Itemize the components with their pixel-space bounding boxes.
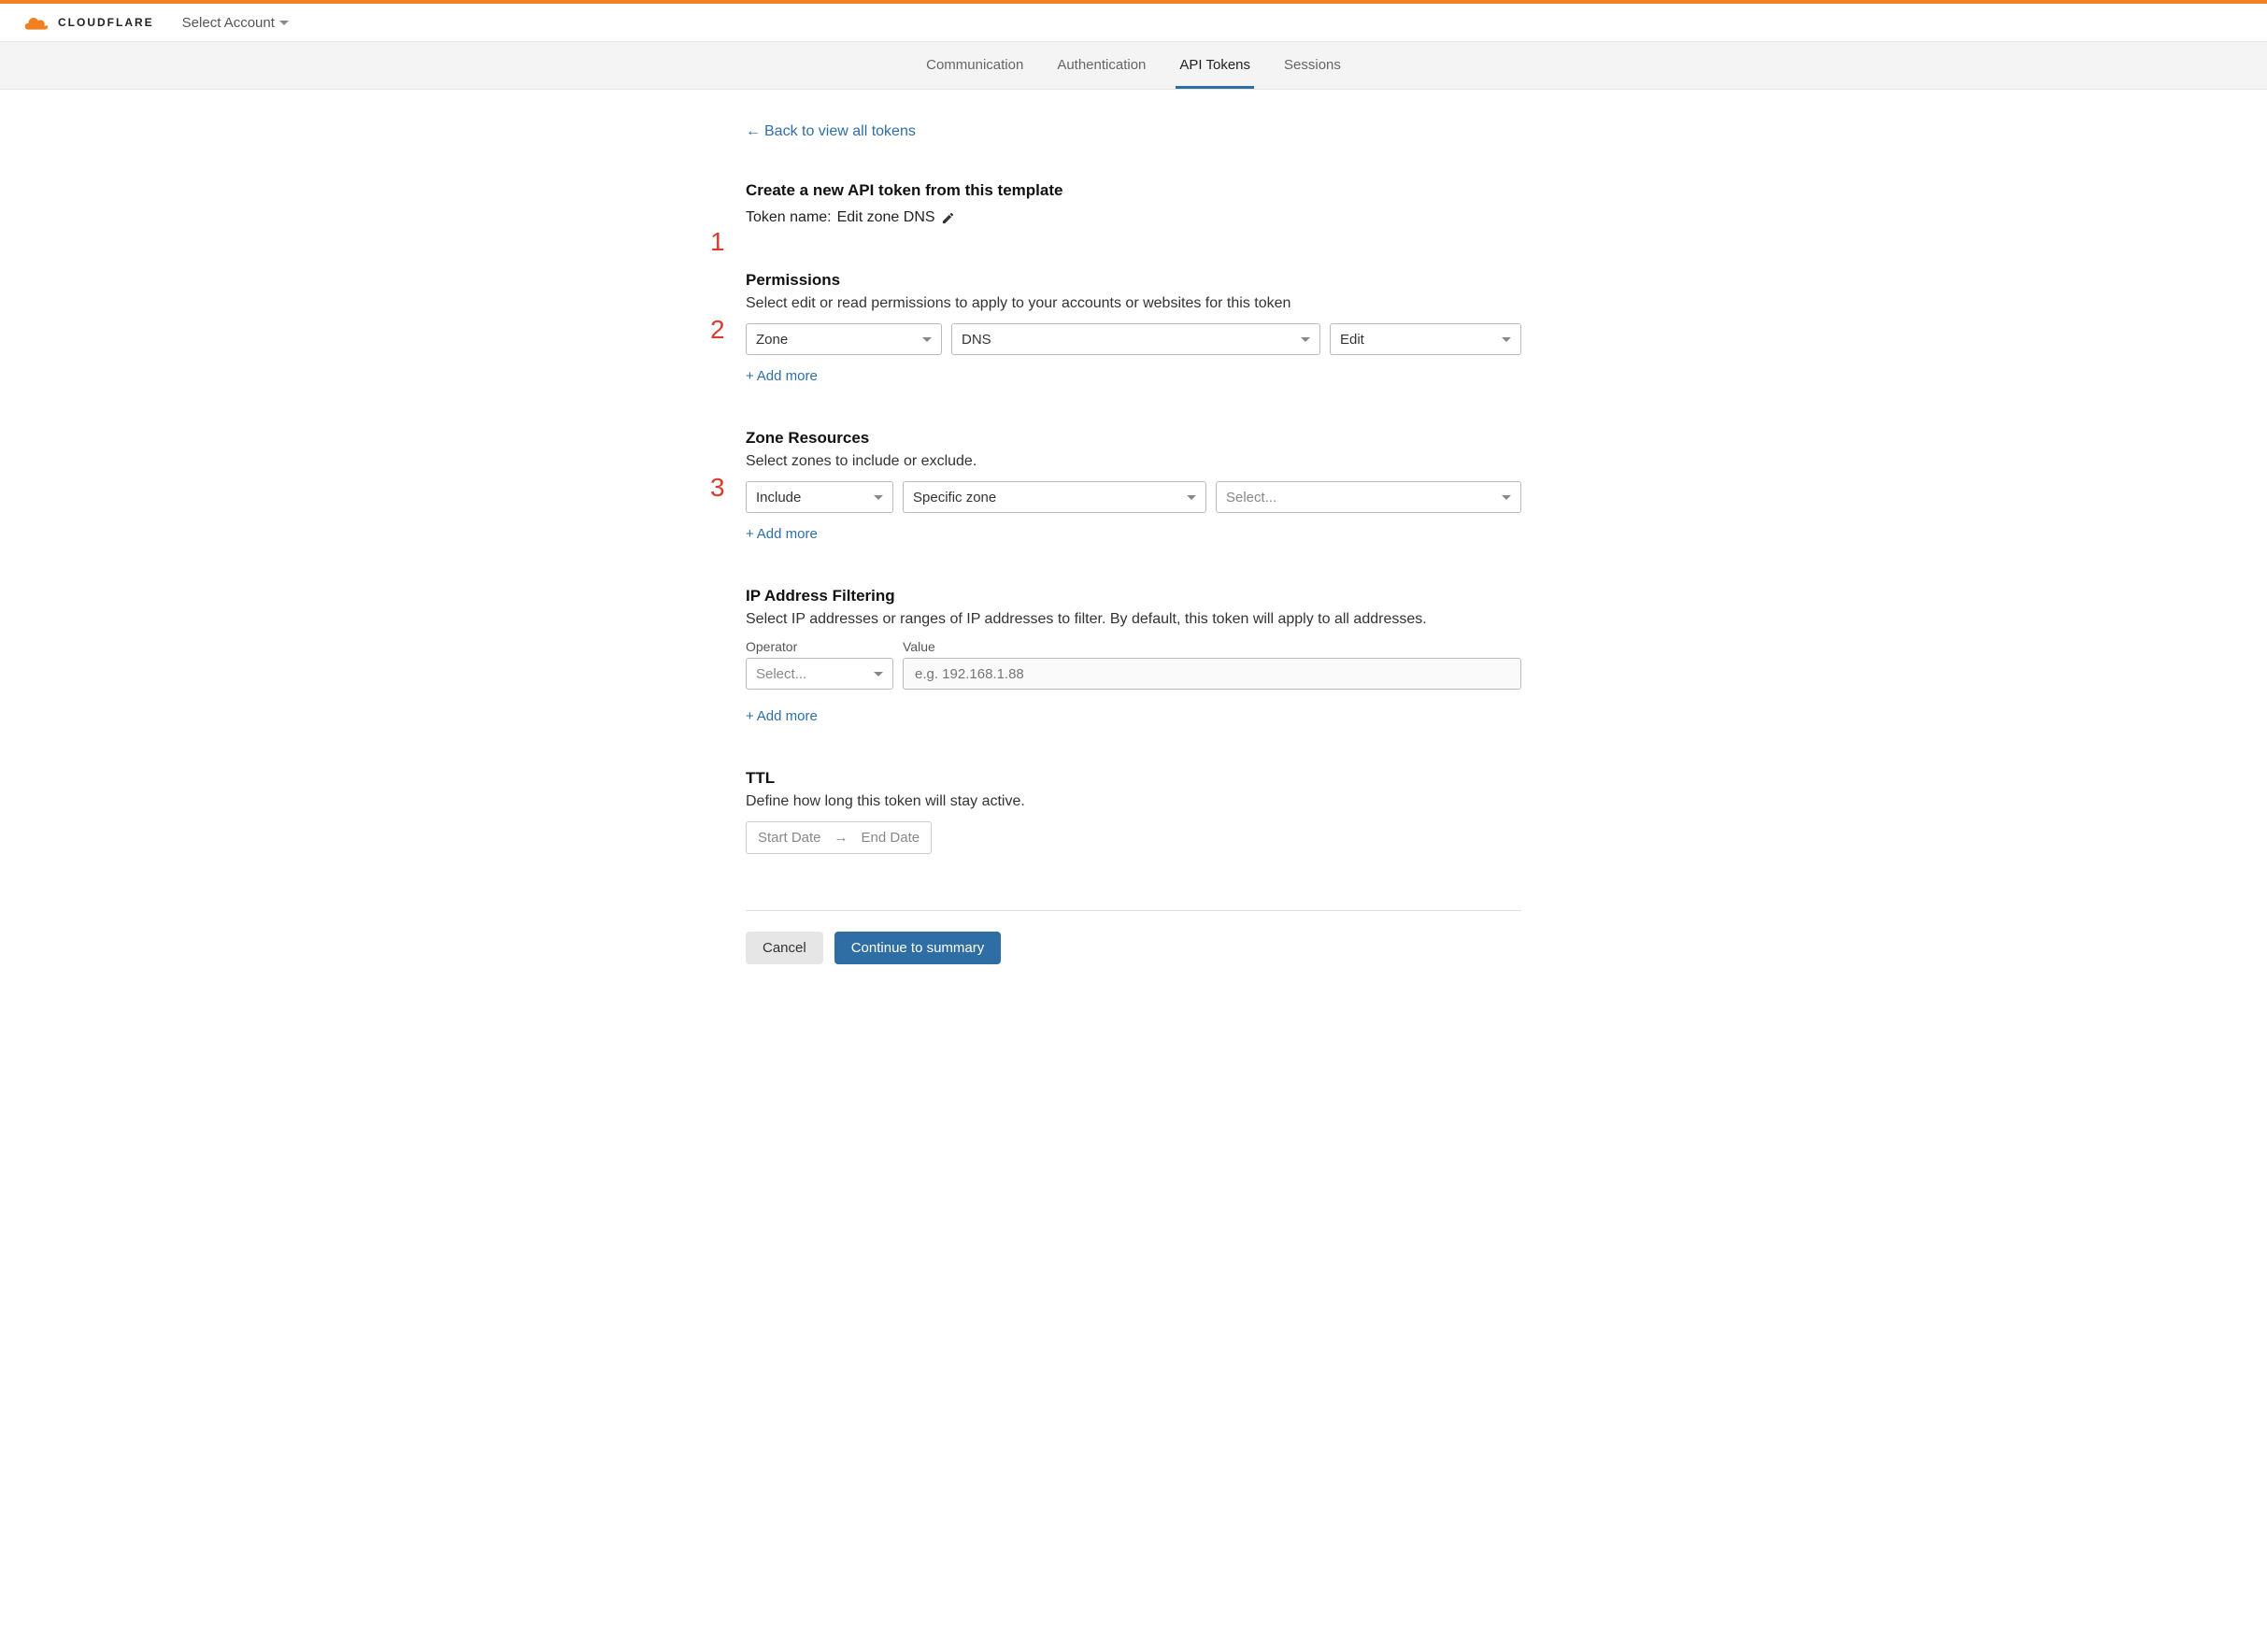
chevron-down-icon [922, 337, 932, 342]
ip-filtering-add-more-label: Add more [757, 708, 818, 724]
tab-api-tokens[interactable]: API Tokens [1176, 42, 1254, 89]
back-link[interactable]: ← Back to view all tokens [746, 123, 916, 140]
ip-operator-placeholder: Select... [756, 666, 806, 682]
token-name-row: Token name: Edit zone DNS [746, 209, 1521, 226]
zone-resources-add-more[interactable]: + Add more [746, 526, 818, 542]
section-ip-filtering: IP Address Filtering Select IP addresses… [746, 587, 1521, 724]
page-title: Create a new API token from this templat… [746, 181, 1521, 200]
chevron-down-icon [1187, 495, 1196, 500]
section-zone-resources: 3 Zone Resources Select zones to include… [746, 429, 1521, 542]
ip-value-input[interactable] [903, 658, 1521, 690]
section-ttl: TTL Define how long this token will stay… [746, 769, 1521, 854]
plus-icon: + [746, 708, 754, 724]
permissions-level-value: Edit [1340, 332, 1364, 348]
ttl-title: TTL [746, 769, 1521, 788]
zone-inclusion-select[interactable]: Include [746, 481, 893, 513]
back-link-text: Back to view all tokens [764, 123, 916, 140]
ttl-start-placeholder: Start Date [758, 830, 821, 846]
header: CLOUDFLARE Select Account [0, 4, 2267, 42]
plus-icon: + [746, 526, 754, 542]
permissions-scope-select[interactable]: Zone [746, 323, 942, 355]
chevron-down-icon [1502, 495, 1511, 500]
annotation-1: 1 [710, 227, 725, 257]
permissions-desc: Select edit or read permissions to apply… [746, 295, 1521, 312]
chevron-down-icon [874, 495, 883, 500]
arrow-right-icon: → [834, 830, 848, 846]
ip-operator-select[interactable]: Select... [746, 658, 893, 690]
plus-icon: + [746, 368, 754, 384]
zone-inclusion-value: Include [756, 490, 801, 506]
permissions-level-select[interactable]: Edit [1330, 323, 1521, 355]
main-content: ← Back to view all tokens 1 Create a new… [746, 90, 1521, 1020]
tabs-bar: Communication Authentication API Tokens … [0, 42, 2267, 90]
brand-text: CLOUDFLARE [58, 16, 154, 29]
chevron-down-icon [874, 672, 883, 676]
permissions-resource-value: DNS [962, 332, 991, 348]
ttl-end-placeholder: End Date [862, 830, 920, 846]
annotation-2: 2 [710, 315, 725, 345]
ip-filtering-add-more[interactable]: + Add more [746, 708, 818, 724]
permissions-resource-select[interactable]: DNS [951, 323, 1320, 355]
ip-filtering-desc: Select IP addresses or ranges of IP addr… [746, 611, 1521, 628]
tab-authentication[interactable]: Authentication [1053, 42, 1149, 89]
zone-scope-select[interactable]: Specific zone [903, 481, 1206, 513]
account-selector-label: Select Account [182, 15, 275, 31]
tab-sessions[interactable]: Sessions [1280, 42, 1345, 89]
zone-value-select[interactable]: Select... [1216, 481, 1521, 513]
tab-communication[interactable]: Communication [922, 42, 1027, 89]
pencil-icon[interactable] [941, 211, 955, 225]
ip-operator-label: Operator [746, 639, 893, 654]
footer-actions: Cancel Continue to summary [746, 932, 1521, 964]
ttl-desc: Define how long this token will stay act… [746, 793, 1521, 810]
ip-filtering-title: IP Address Filtering [746, 587, 1521, 605]
chevron-down-icon [1502, 337, 1511, 342]
zone-resources-desc: Select zones to include or exclude. [746, 453, 1521, 470]
token-name-label: Token name: [746, 209, 832, 226]
permissions-title: Permissions [746, 271, 1521, 290]
ttl-date-range[interactable]: Start Date → End Date [746, 821, 932, 854]
chevron-down-icon [279, 21, 289, 25]
account-selector[interactable]: Select Account [182, 15, 289, 31]
token-name-value: Edit zone DNS [837, 209, 935, 226]
annotation-3: 3 [710, 473, 725, 503]
permissions-add-more-label: Add more [757, 368, 818, 384]
footer-divider [746, 910, 1521, 911]
brand-logo: CLOUDFLARE [21, 13, 154, 32]
chevron-down-icon [1301, 337, 1310, 342]
permissions-add-more[interactable]: + Add more [746, 368, 818, 384]
zone-resources-add-more-label: Add more [757, 526, 818, 542]
section-permissions: 2 Permissions Select edit or read permis… [746, 271, 1521, 384]
arrow-left-icon: ← [746, 123, 761, 140]
cancel-button[interactable]: Cancel [746, 932, 823, 964]
ip-value-label: Value [903, 639, 1521, 654]
zone-scope-value: Specific zone [913, 490, 996, 506]
zone-value-placeholder: Select... [1226, 490, 1276, 506]
continue-button[interactable]: Continue to summary [834, 932, 1002, 964]
zone-resources-title: Zone Resources [746, 429, 1521, 448]
cloud-icon [21, 13, 52, 32]
permissions-scope-value: Zone [756, 332, 788, 348]
